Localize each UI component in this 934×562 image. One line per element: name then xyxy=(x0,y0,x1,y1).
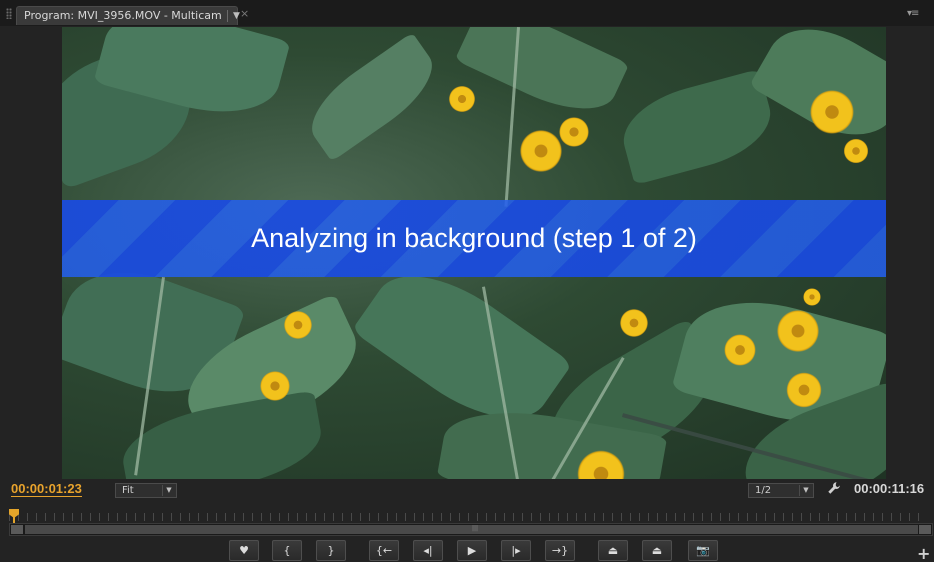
button-editor-plus-icon[interactable]: + xyxy=(917,546,930,562)
zoom-select[interactable]: Fit ▼ xyxy=(115,483,177,498)
wrench-icon[interactable] xyxy=(827,481,841,495)
lift-button[interactable]: ⏏ xyxy=(598,540,628,561)
scrollbar-left-handle[interactable] xyxy=(11,525,23,534)
play-button[interactable]: ▶ xyxy=(457,540,487,561)
step-back-icon: ◂| xyxy=(423,544,433,557)
play-icon: ▶ xyxy=(467,544,477,557)
export-frame-button[interactable]: 📷 xyxy=(688,540,718,561)
flower-shape xyxy=(258,369,292,403)
video-frame[interactable]: Analyzing in background (step 1 of 2) xyxy=(62,27,886,479)
zoom-scrollbar[interactable]: ||| xyxy=(9,523,933,536)
scrollbar-grip-icon: ||| xyxy=(472,525,479,532)
leaf-shape xyxy=(454,27,630,128)
go-to-out-icon: →} xyxy=(551,544,569,557)
flower-shape xyxy=(774,307,822,355)
go-to-in-button[interactable]: {← xyxy=(369,540,399,561)
flower-shape xyxy=(447,84,477,114)
flower-shape xyxy=(722,332,758,368)
flower-shape xyxy=(807,87,857,137)
flower-shape xyxy=(282,309,314,341)
current-timecode[interactable]: 00:00:01:23 xyxy=(11,481,82,497)
chevron-down-icon: ▼ xyxy=(162,485,175,496)
flower-shape xyxy=(784,370,824,410)
step-back-button[interactable]: ◂| xyxy=(413,540,443,561)
tab-title: Program: MVI_3956.MOV - Multicam xyxy=(24,9,222,22)
go-to-out-button[interactable]: →} xyxy=(545,540,575,561)
time-ruler[interactable] xyxy=(9,513,925,521)
analyzing-message: Analyzing in background (step 1 of 2) xyxy=(251,223,697,253)
extract-button[interactable]: ⏏ xyxy=(642,540,672,561)
mark-in-icon: { xyxy=(283,544,291,557)
duration-timecode: 00:00:11:16 xyxy=(854,481,925,496)
panel-tab-bar: Program: MVI_3956.MOV - Multicam ▼ × ▾≡ xyxy=(0,0,934,26)
playhead-line xyxy=(13,516,15,523)
go-to-in-icon: {← xyxy=(375,544,393,557)
program-monitor-tab[interactable]: Program: MVI_3956.MOV - Multicam ▼ xyxy=(16,6,240,25)
extract-icon: ⏏ xyxy=(651,544,663,557)
flower-shape xyxy=(802,287,822,307)
step-forward-button[interactable]: |▸ xyxy=(501,540,531,561)
flower-shape xyxy=(842,137,870,165)
mark-in-button[interactable]: { xyxy=(272,540,302,561)
marker-icon: ♥ xyxy=(239,544,249,557)
mark-out-icon: } xyxy=(327,544,335,557)
lift-icon: ⏏ xyxy=(607,544,619,557)
resolution-value: 1/2 xyxy=(755,485,772,496)
flower-shape xyxy=(557,115,591,149)
flower-shape xyxy=(618,307,650,339)
zoom-value: Fit xyxy=(122,485,134,496)
mark-out-button[interactable]: } xyxy=(316,540,346,561)
panel-menu-icon[interactable]: ▾≡ xyxy=(907,8,919,19)
camera-icon: 📷 xyxy=(696,544,710,557)
close-icon[interactable]: × xyxy=(240,8,249,20)
scrollbar-right-handle[interactable] xyxy=(919,525,931,534)
add-marker-button[interactable]: ♥ xyxy=(229,540,259,561)
tab-divider xyxy=(227,10,228,22)
leaf-shape xyxy=(297,32,447,162)
chevron-down-icon[interactable]: ▼ xyxy=(233,7,240,25)
playback-resolution-select[interactable]: 1/2 ▼ xyxy=(748,483,814,498)
panel-grip-icon[interactable] xyxy=(6,8,12,19)
step-forward-icon: |▸ xyxy=(511,544,521,557)
chevron-down-icon: ▼ xyxy=(799,485,812,496)
